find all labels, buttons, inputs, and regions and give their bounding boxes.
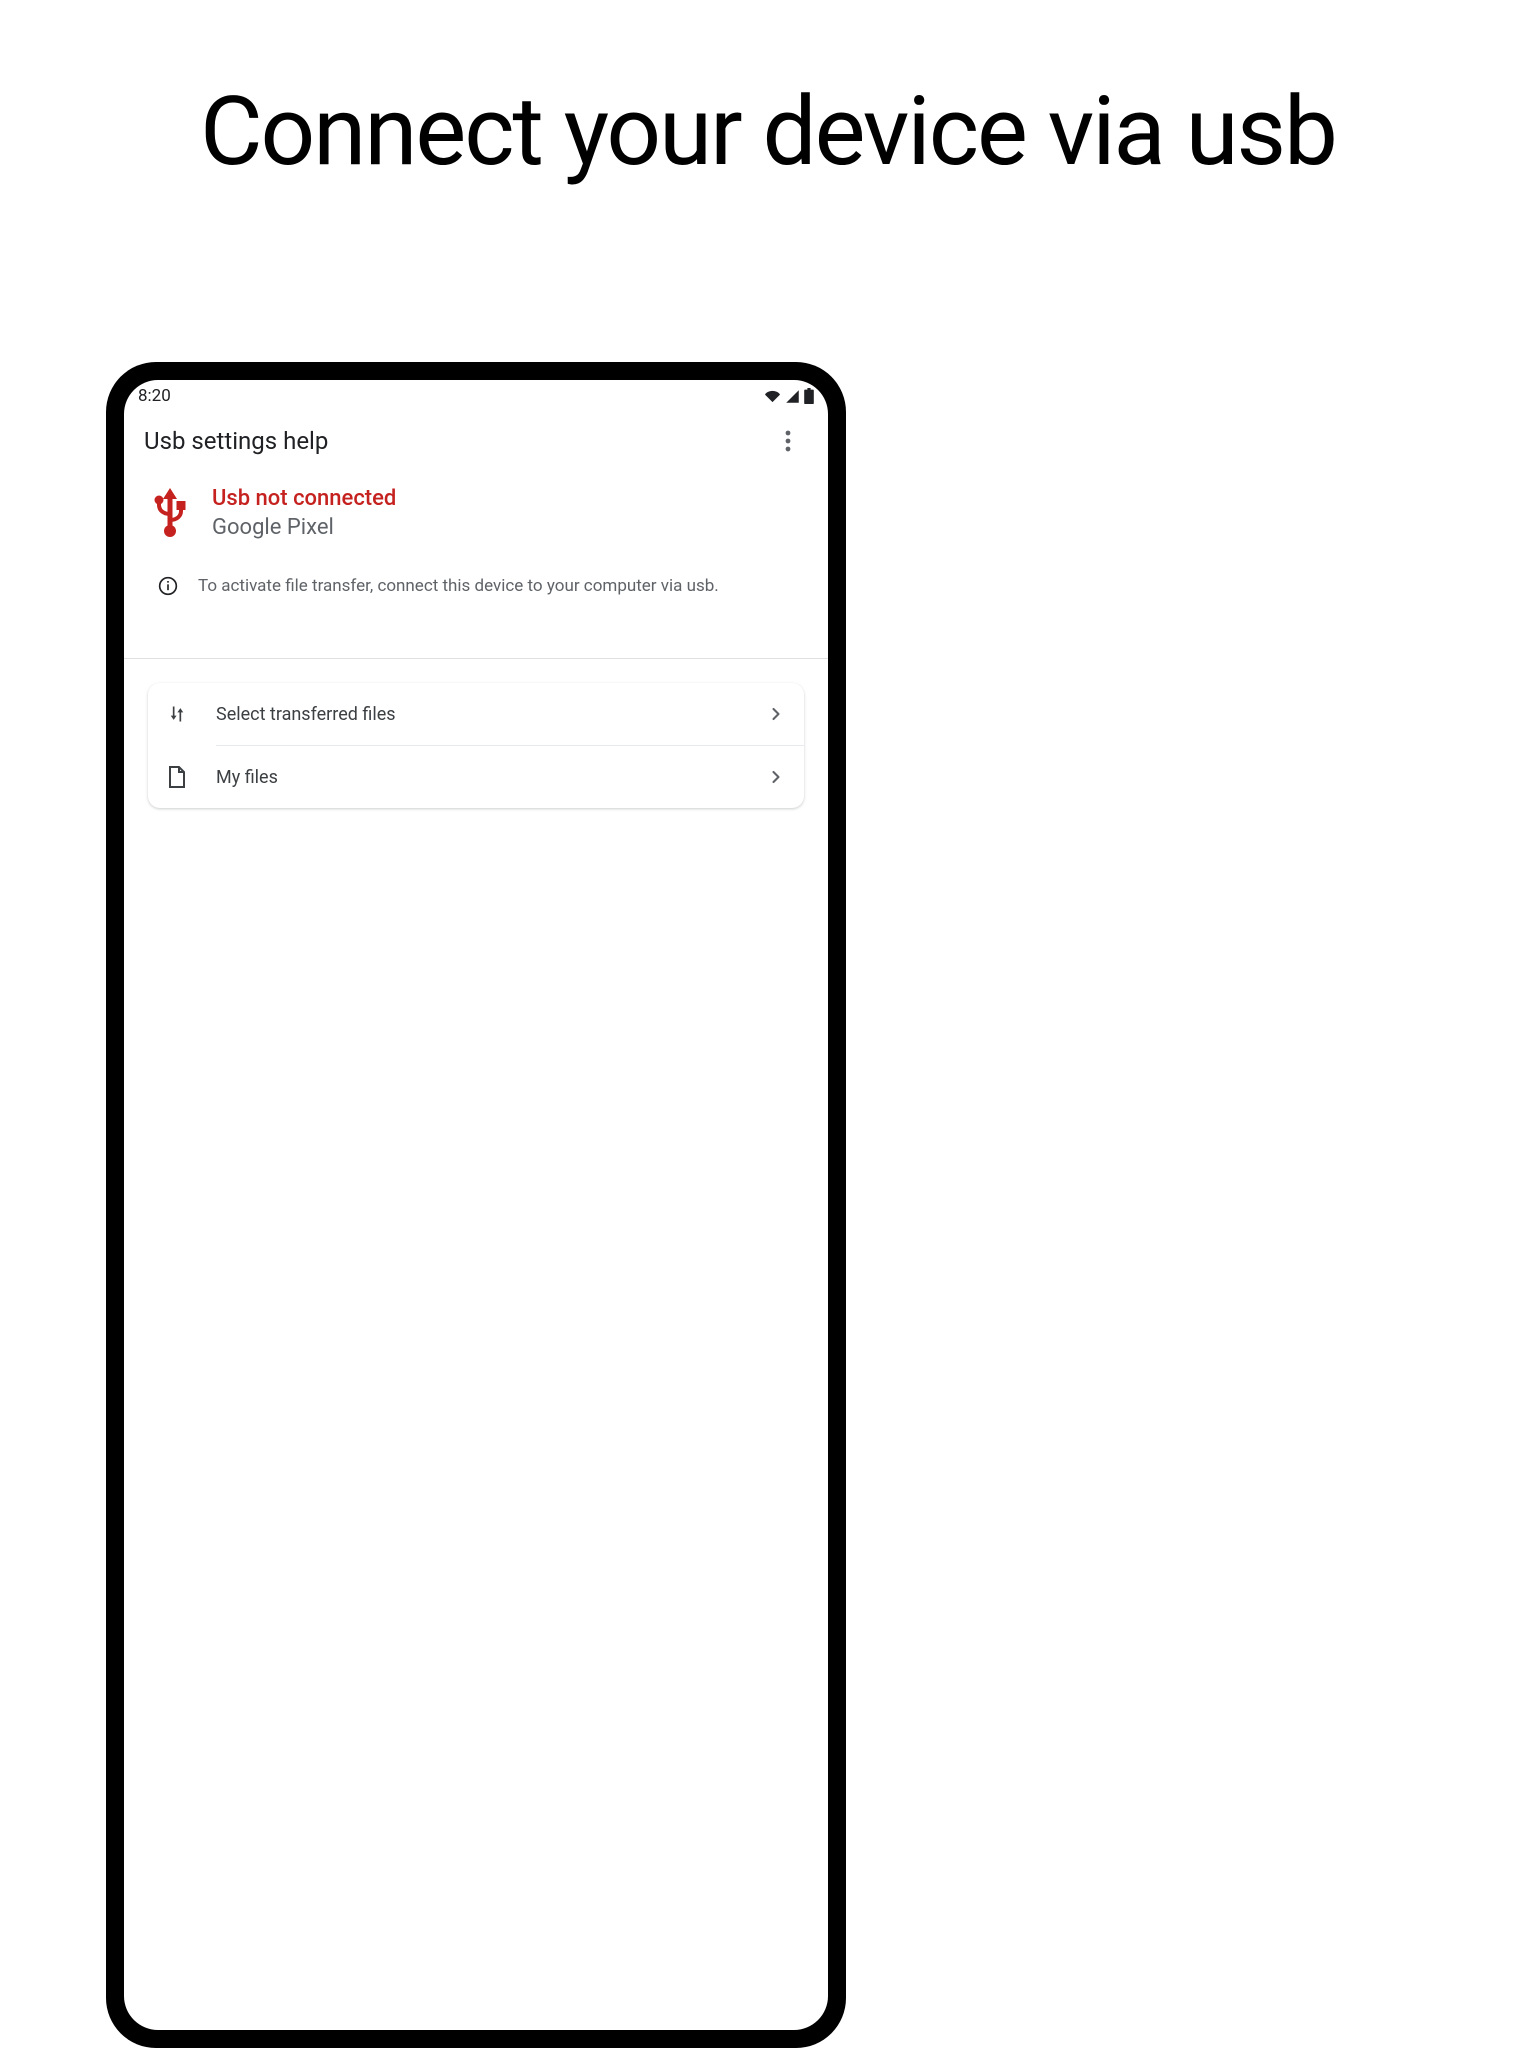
menu-card: Select transferred files My files <box>148 683 804 808</box>
more-button[interactable] <box>768 421 808 461</box>
status-icons <box>764 388 814 404</box>
status-subtitle: Google Pixel <box>212 515 396 540</box>
status-section: Usb not connected Google Pixel To activa… <box>124 476 828 636</box>
device-frame: 8:20 Usb settings help <box>106 362 846 2048</box>
signal-icon <box>785 389 800 404</box>
page-title: Connect your device via usb <box>0 0 1536 195</box>
info-icon <box>158 576 178 596</box>
status-bar: 8:20 <box>124 380 828 412</box>
info-row: To activate file transfer, connect this … <box>144 550 808 636</box>
usb-icon <box>152 488 188 538</box>
chevron-right-icon <box>766 767 786 787</box>
app-title: Usb settings help <box>144 427 768 455</box>
menu-item-label: My files <box>188 767 766 788</box>
chevron-right-icon <box>766 704 786 724</box>
battery-icon <box>804 388 814 404</box>
file-icon <box>166 766 188 788</box>
status-title: Usb not connected <box>212 486 396 511</box>
section-divider <box>124 658 828 659</box>
app-header: Usb settings help <box>124 412 828 476</box>
transfer-icon <box>166 703 188 725</box>
menu-item-label: Select transferred files <box>188 704 766 725</box>
info-text: To activate file transfer, connect this … <box>198 576 719 596</box>
menu-item-transferred-files[interactable]: Select transferred files <box>148 683 804 745</box>
menu-item-my-files[interactable]: My files <box>148 746 804 808</box>
more-vert-icon <box>785 430 791 452</box>
status-time: 8:20 <box>138 386 171 406</box>
status-row: Usb not connected Google Pixel <box>144 486 808 550</box>
device-screen: 8:20 Usb settings help <box>124 380 828 2030</box>
wifi-icon <box>764 389 781 404</box>
